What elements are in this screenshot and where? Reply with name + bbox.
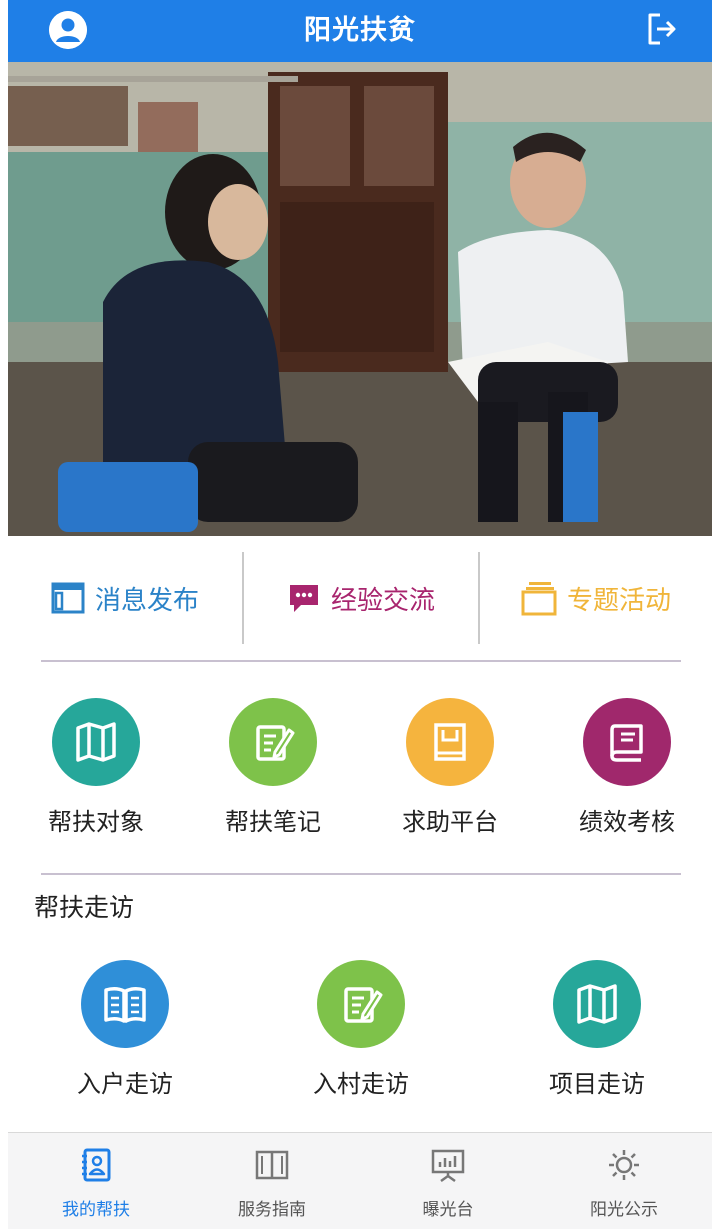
closed-book-icon: [610, 724, 643, 762]
section-divider: [41, 660, 681, 662]
notepad-pen-icon: [256, 725, 295, 761]
section-divider: [41, 873, 681, 875]
grid-item-help-targets[interactable]: 帮扶对象: [21, 698, 171, 848]
tab-label: 服务指南: [238, 1200, 306, 1220]
tab-my-help[interactable]: 我的帮扶: [8, 1133, 184, 1229]
browser-window-icon: [51, 582, 85, 614]
grid-item-label: 帮扶对象: [48, 808, 144, 836]
category-row: 消息发布 经验交流 专题活动: [8, 550, 712, 646]
grid-icon-circle: [406, 698, 494, 786]
category-news-publish[interactable]: 消息发布: [8, 550, 242, 646]
category-label: 专题活动: [566, 585, 671, 616]
category-label: 经验交流: [330, 585, 435, 616]
stacked-cards-icon: [521, 582, 557, 616]
chat-bubble-icon: [289, 585, 318, 612]
tab-sunshine-notice[interactable]: 阳光公示: [536, 1133, 712, 1229]
open-book-icon: [104, 986, 146, 1023]
category-special-activities[interactable]: 专题活动: [480, 550, 712, 646]
visit-item-project[interactable]: 项目走访: [522, 960, 672, 1110]
sun-icon: [609, 1150, 639, 1180]
hero-photo-illustration: [8, 62, 712, 536]
visit-icon-circle: [553, 960, 641, 1048]
presentation-board-icon: [431, 1149, 465, 1183]
book-cover-icon: [434, 723, 466, 761]
grid-item-label: 绩效考核: [579, 808, 675, 836]
contact-card-icon: [82, 1148, 111, 1182]
grid-item-label: 帮扶笔记: [225, 808, 321, 836]
grid-icon-circle: [52, 698, 140, 786]
category-experience-exchange[interactable]: 经验交流: [244, 550, 478, 646]
grid-item-performance-review[interactable]: 绩效考核: [552, 698, 702, 848]
logout-icon: [648, 13, 676, 45]
visit-item-label: 项目走访: [549, 1070, 645, 1098]
logout-button[interactable]: [646, 12, 678, 46]
hero-photo: [8, 62, 712, 536]
section-title-visits: 帮扶走访: [34, 893, 135, 922]
grid-icon-circle: [229, 698, 317, 786]
tab-label: 阳光公示: [590, 1200, 658, 1220]
map-icon: [76, 722, 116, 762]
tab-service-guide[interactable]: 服务指南: [184, 1133, 360, 1229]
tab-label: 曝光台: [422, 1200, 474, 1220]
visit-item-label: 入村走访: [313, 1070, 409, 1098]
grid-item-label: 求助平台: [402, 808, 498, 836]
grid-item-help-platform[interactable]: 求助平台: [375, 698, 525, 848]
map-icon: [577, 984, 617, 1024]
open-book-outline-icon: [255, 1150, 289, 1180]
tab-exposure[interactable]: 曝光台: [360, 1133, 536, 1229]
app-screen: 阳光扶贫 消息发布 经验交流 专题活动 帮扶对象 帮扶笔记 求助平台 绩效考核 …: [8, 0, 712, 1229]
bottom-tab-bar: 我的帮扶 服务指南 曝光台 阳光公示: [8, 1132, 712, 1229]
notepad-pen-icon: [344, 987, 383, 1023]
category-label: 消息发布: [94, 585, 199, 616]
visit-item-village[interactable]: 入村走访: [286, 960, 436, 1110]
visit-item-household[interactable]: 入户走访: [50, 960, 200, 1110]
visit-item-label: 入户走访: [77, 1070, 173, 1098]
visit-icon-circle: [81, 960, 169, 1048]
grid-icon-circle: [583, 698, 671, 786]
page-title: 阳光扶贫: [304, 15, 416, 46]
top-navigation-bar: 阳光扶贫: [8, 0, 712, 62]
tab-label: 我的帮扶: [62, 1200, 130, 1220]
visit-icon-circle: [317, 960, 405, 1048]
grid-item-help-notes[interactable]: 帮扶笔记: [198, 698, 348, 848]
